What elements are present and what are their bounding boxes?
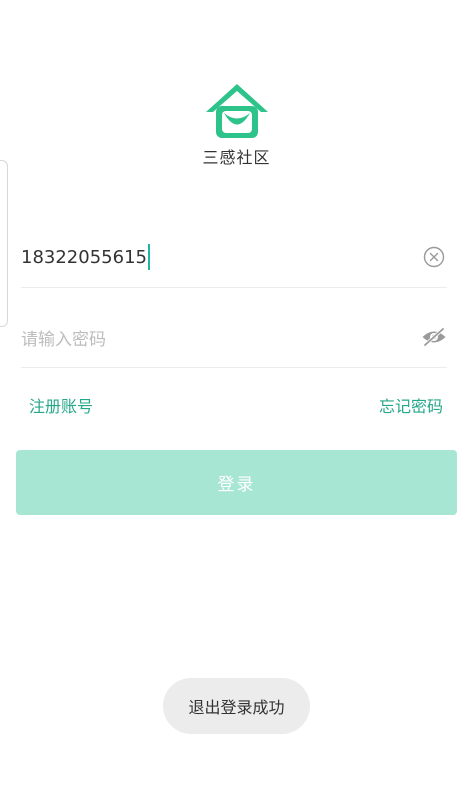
login-button[interactable]: 登录 [16,450,457,515]
app-header: 三感社区 [0,82,473,168]
auth-links: 注册账号 忘记密码 [29,393,443,417]
phone-field[interactable]: 18322055615 [21,227,447,288]
toast-text: 退出登录成功 [188,698,285,717]
phone-input[interactable]: 18322055615 [21,244,150,270]
phone-input-value: 18322055615 [21,246,147,268]
house-smile-icon [205,84,268,138]
login-page: 三感社区 18322055615 请输入密码 注册账号 忘记密码 登录 退出登录… [0,0,473,793]
text-cursor [147,244,150,270]
side-drawer-handle[interactable] [0,160,8,327]
eye-off-icon[interactable] [421,324,447,350]
forgot-password-link[interactable]: 忘记密码 [379,393,443,417]
app-name: 三感社区 [202,148,271,167]
password-input[interactable]: 请输入密码 [21,325,106,350]
login-button-label: 登录 [217,475,256,495]
password-field[interactable]: 请输入密码 [21,307,447,368]
register-link[interactable]: 注册账号 [29,393,93,417]
clear-circle-icon[interactable] [421,244,447,270]
toast-message: 退出登录成功 [163,678,310,734]
